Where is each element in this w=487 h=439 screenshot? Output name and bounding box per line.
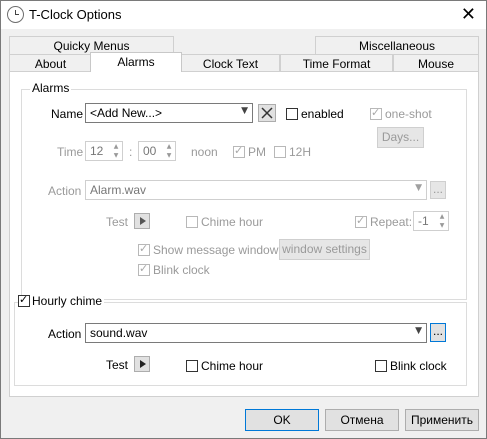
ok-button[interactable]: OK (245, 409, 319, 431)
spin-up-icon[interactable]: ▲ (163, 142, 175, 151)
show-message-checkbox[interactable]: ✓ (138, 242, 150, 256)
alarm-test-label: Test (106, 215, 129, 229)
alarm-chime-hour-checkbox[interactable] (186, 216, 198, 228)
hour-spinner[interactable]: 12 ▲ ▼ (85, 141, 123, 161)
alarms-group-label: Alarms (30, 81, 72, 95)
repeat-checkbox[interactable]: ✓ (355, 214, 367, 228)
pm-label: PM (248, 145, 266, 159)
hourly-chime-label: Hourly chime (30, 294, 105, 308)
spin-up-icon[interactable]: ▲ (436, 212, 448, 221)
noon-label: noon (191, 145, 218, 159)
alarm-browse-button[interactable]: ... (430, 181, 446, 199)
tab-clock-text[interactable]: Clock Text (181, 54, 280, 72)
repeat-label: Repeat: (370, 215, 413, 229)
12h-checkbox[interactable] (274, 146, 286, 158)
tab-time-format[interactable]: Time Format (280, 54, 393, 72)
alarm-blink-clock-checkbox[interactable]: ✓ (138, 262, 150, 276)
hourly-blink-clock-checkbox[interactable] (375, 360, 387, 372)
chevron-down-icon: ▼ (415, 183, 422, 193)
apply-button[interactable]: Применить (405, 409, 479, 431)
minute-spinner[interactable]: 00 ▲ ▼ (138, 141, 176, 161)
spin-down-icon[interactable]: ▼ (436, 221, 448, 230)
title-bar: T-Clock Options ✕ (1, 1, 486, 29)
time-label: Time (57, 145, 84, 159)
show-message-label: Show message window (153, 243, 279, 257)
alarm-action-value: Alarm.wav (90, 183, 147, 197)
chevron-down-icon: ▼ (415, 326, 422, 336)
hourly-test-label: Test (106, 358, 129, 372)
delete-alarm-button[interactable] (258, 104, 276, 122)
tab-miscellaneous[interactable]: Miscellaneous (315, 36, 479, 54)
hourly-chime-group (14, 302, 467, 386)
hourly-action-value: sound.wav (90, 326, 148, 340)
days-button[interactable]: Days... (377, 127, 424, 148)
clock-icon (7, 6, 24, 23)
options-window: T-Clock Options ✕ Quicky Menus Miscellan… (0, 0, 487, 439)
repeat-spinner[interactable]: -1 ▲ ▼ (413, 211, 449, 231)
hourly-action-combo[interactable]: sound.wav ▼ (85, 323, 427, 343)
tab-alarms[interactable]: Alarms (90, 52, 182, 72)
pm-checkbox[interactable]: ✓ (233, 144, 245, 158)
12h-label: 12H (289, 145, 312, 159)
name-label: Name (51, 107, 84, 121)
window-settings-button[interactable]: window settings (279, 239, 370, 260)
repeat-value: -1 (418, 214, 429, 228)
oneshot-label: one-shot (385, 107, 432, 121)
alarm-action-combo[interactable]: Alarm.wav ▼ (85, 180, 427, 200)
spin-down-icon[interactable]: ▼ (110, 151, 122, 160)
hourly-blink-clock-label: Blink clock (390, 359, 447, 373)
alarm-action-label: Action (48, 184, 82, 198)
hourly-test-play-button[interactable] (134, 356, 150, 372)
delete-x-icon (261, 107, 273, 119)
hourly-chime-hour-label: Chime hour (201, 359, 264, 373)
alarm-chime-hour-label: Chime hour (201, 215, 264, 229)
tab-mouse[interactable]: Mouse (393, 54, 479, 72)
enabled-label: enabled (301, 107, 344, 121)
oneshot-checkbox[interactable]: ✓ (370, 106, 382, 120)
hourly-browse-button[interactable]: ... (430, 323, 446, 342)
alarm-name-combo[interactable]: <Add New...> ▼ (85, 103, 253, 123)
alarm-blink-clock-label: Blink clock (153, 263, 210, 277)
alarm-test-play-button[interactable] (134, 213, 150, 229)
close-icon[interactable]: ✕ (461, 4, 476, 25)
chevron-down-icon: ▼ (241, 106, 248, 116)
spin-down-icon[interactable]: ▼ (163, 151, 175, 160)
minute-value: 00 (143, 144, 157, 158)
alarm-name-value: <Add New...> (90, 106, 163, 120)
hourly-chime-checkbox[interactable]: ✓ (18, 293, 30, 307)
enabled-checkbox[interactable] (286, 108, 298, 120)
window-title: T-Clock Options (29, 7, 122, 22)
alarms-tab-panel: Alarms Name <Add New...> ▼ enabled ✓ one… (9, 71, 479, 397)
tab-about[interactable]: About (9, 54, 92, 72)
hourly-chime-hour-checkbox[interactable] (186, 360, 198, 372)
hour-value: 12 (90, 144, 104, 158)
cancel-button[interactable]: Отмена (325, 409, 399, 431)
hourly-action-label: Action (48, 327, 82, 341)
spin-up-icon[interactable]: ▲ (110, 142, 122, 151)
time-colon: : (129, 145, 133, 159)
